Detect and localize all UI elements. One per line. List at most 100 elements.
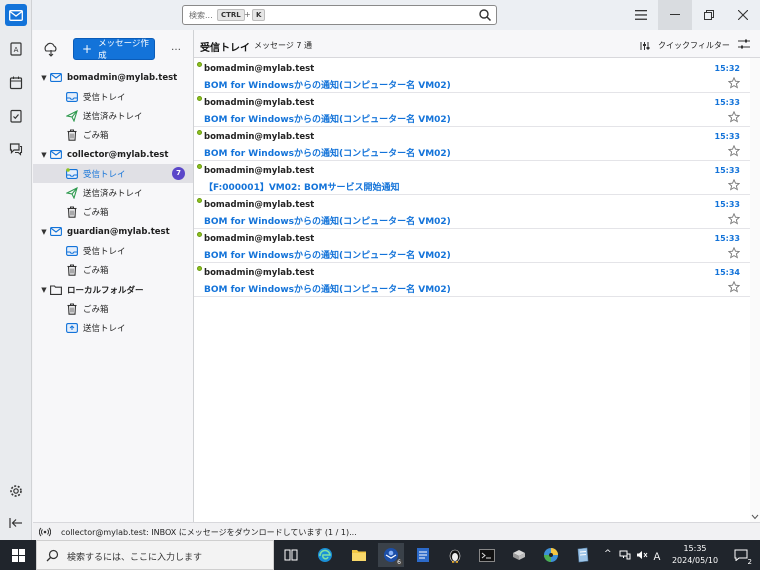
folder-sent[interactable]: 送信済みトレイ — [33, 183, 193, 202]
taskbar-clock[interactable]: 15:35 2024/05/10 — [666, 543, 724, 567]
svg-text:A: A — [14, 46, 19, 54]
folder-trash[interactable]: ごみ箱 — [33, 260, 193, 279]
folder-label: ごみ箱 — [83, 207, 109, 218]
shortcut-plus: + — [244, 10, 251, 19]
chevron-down-icon[interactable]: ▼ — [39, 228, 49, 236]
search-placeholder: 検索... — [189, 11, 213, 20]
search-box[interactable]: 検索... CTRL + K — [182, 5, 497, 25]
message-sender: bomadmin@mylab.test — [204, 64, 315, 74]
quick-filter-button[interactable]: クイックフィルター — [640, 40, 730, 51]
folder-label: 送信トレイ — [83, 323, 126, 334]
account-collector[interactable]: ▼ collector@mylab.test — [33, 145, 193, 164]
message-row[interactable]: bomadmin@mylab.test BOM for Windowsからの通知… — [194, 59, 750, 93]
message-time: 15:33 — [714, 200, 740, 209]
thread-scrollbar[interactable] — [750, 58, 760, 522]
taskbar-app-server[interactable] — [506, 543, 532, 567]
chevron-down-icon[interactable]: ▼ — [39, 151, 49, 159]
taskbar-terminal[interactable] — [474, 543, 500, 567]
message-row[interactable]: bomadmin@mylab.test BOM for Windowsからの通知… — [194, 263, 750, 297]
windows-logo-icon — [11, 548, 25, 562]
write-message-label: メッセージ作成 — [98, 39, 149, 61]
title-bar: 検索... CTRL + K — [0, 0, 760, 30]
unread-count-badge: 7 — [172, 167, 185, 180]
taskbar-app-tux[interactable] — [442, 543, 468, 567]
windows-taskbar: 検索するには、ここに入力します 6 ^ Ａ 15:35 2024/05/10 2 — [0, 540, 760, 570]
network-icon[interactable] — [619, 550, 631, 560]
star-icon[interactable] — [728, 179, 740, 191]
online-status-icon[interactable] — [39, 526, 51, 538]
message-sender: bomadmin@mylab.test — [204, 268, 315, 278]
get-messages-icon[interactable] — [43, 42, 59, 58]
taskbar-explorer[interactable] — [346, 543, 372, 567]
star-icon[interactable] — [728, 77, 740, 89]
taskbar-app-media[interactable] — [538, 543, 564, 567]
notification-icon — [734, 549, 748, 561]
taskbar-edge[interactable] — [312, 543, 338, 567]
account-mail-icon — [49, 71, 63, 85]
star-icon[interactable] — [728, 213, 740, 225]
account-local-folders[interactable]: ▼ ローカルフォルダー — [33, 280, 193, 299]
chat-button[interactable] — [5, 138, 27, 160]
folder-inbox-selected[interactable]: 受信トレイ 7 — [33, 164, 193, 183]
restore-icon — [704, 10, 714, 20]
chevron-down-icon[interactable]: ▼ — [39, 286, 49, 294]
scroll-down-icon[interactable] — [751, 514, 759, 520]
folder-label: collector@mylab.test — [67, 149, 169, 160]
status-text: collector@mylab.test: INBOX にメッセージをダウンロー… — [61, 528, 357, 537]
folder-inbox[interactable]: 受信トレイ — [33, 241, 193, 260]
folder-sent[interactable]: 送信済みトレイ — [33, 106, 193, 125]
settings-button[interactable] — [5, 480, 27, 502]
mail-space-button[interactable] — [5, 4, 27, 26]
task-view-button[interactable] — [278, 543, 304, 567]
taskbar-search[interactable]: 検索するには、ここに入力します — [36, 540, 274, 570]
close-button[interactable] — [726, 0, 760, 30]
folder-label: 受信トレイ — [83, 246, 126, 257]
folder-trash[interactable]: ごみ箱 — [33, 125, 193, 144]
collapse-spaces-button[interactable] — [5, 512, 27, 534]
account-guardian[interactable]: ▼ guardian@mylab.test — [33, 222, 193, 241]
folder-trash[interactable]: ごみ箱 — [33, 202, 193, 221]
folder-outbox[interactable]: 送信トレイ — [33, 318, 193, 337]
chevron-down-icon[interactable]: ▼ — [39, 74, 49, 82]
volume-muted-icon[interactable] — [636, 550, 648, 560]
taskbar-thunderbird[interactable]: 6 — [378, 543, 404, 567]
taskbar-app-editor[interactable] — [410, 543, 436, 567]
filter-icon — [640, 41, 650, 50]
minimize-button[interactable] — [658, 0, 692, 30]
notification-center-button[interactable]: 2 — [728, 543, 754, 567]
quick-filter-label: クイックフィルター — [658, 41, 730, 50]
tray-overflow-chevron-icon[interactable]: ^ — [604, 549, 612, 559]
message-row[interactable]: bomadmin@mylab.test BOM for Windowsからの通知… — [194, 127, 750, 161]
start-button[interactable] — [5, 543, 31, 567]
trash-icon — [65, 263, 79, 277]
folder-label: 受信トレイ — [83, 169, 126, 180]
star-icon[interactable] — [728, 111, 740, 123]
message-row[interactable]: bomadmin@mylab.test BOM for Windowsからの通知… — [194, 195, 750, 229]
address-book-button[interactable]: A — [5, 38, 27, 60]
display-options-icon[interactable] — [738, 38, 750, 50]
write-message-button[interactable]: + メッセージ作成 — [73, 38, 155, 61]
star-icon[interactable] — [728, 145, 740, 157]
restore-button[interactable] — [692, 0, 726, 30]
message-row[interactable]: bomadmin@mylab.test BOM for Windowsからの通知… — [194, 93, 750, 127]
folder-pane-more-button[interactable]: … — [171, 42, 182, 53]
star-icon[interactable] — [728, 281, 740, 293]
app-menu-button[interactable] — [624, 0, 658, 30]
message-row[interactable]: bomadmin@mylab.test BOM for Windowsからの通知… — [194, 229, 750, 263]
trash-icon — [65, 128, 79, 142]
server-icon — [513, 550, 525, 560]
star-icon[interactable] — [728, 247, 740, 259]
calendar-button[interactable] — [5, 72, 27, 94]
taskbar-app-notes[interactable] — [570, 543, 596, 567]
search-icon[interactable] — [478, 8, 492, 22]
folder-label: 送信済みトレイ — [83, 111, 143, 122]
message-row[interactable]: bomadmin@mylab.test 【F:000001】VM02: BOMサ… — [194, 161, 750, 195]
message-subject: BOM for Windowsからの通知(コンピューター名 VM02) — [204, 149, 451, 159]
unread-dot-icon — [197, 62, 202, 67]
folder-inbox[interactable]: 受信トレイ — [33, 87, 193, 106]
account-bomadmin[interactable]: ▼ bomadmin@mylab.test — [33, 68, 193, 87]
search-icon — [46, 549, 59, 562]
input-method-icon[interactable]: Ａ — [652, 548, 662, 563]
tasks-button[interactable] — [5, 105, 27, 127]
folder-trash[interactable]: ごみ箱 — [33, 299, 193, 318]
